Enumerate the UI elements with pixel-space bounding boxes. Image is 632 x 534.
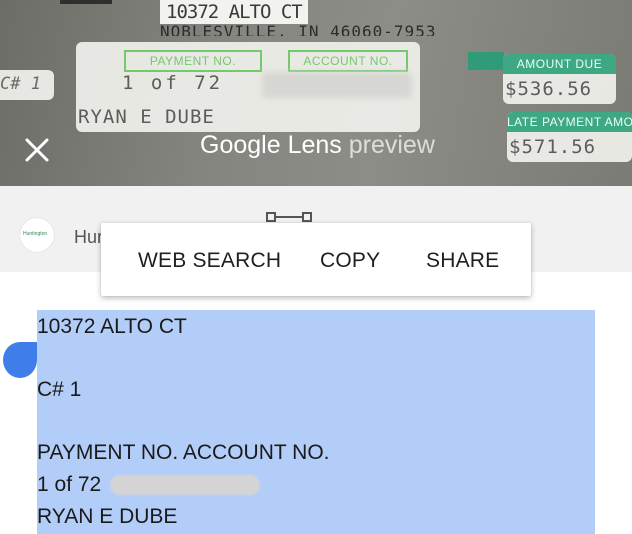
amount-due-chip[interactable]: AMOUNT DUE $536.56 <box>503 54 616 104</box>
selected-line-address: 10372 ALTO CT <box>37 315 187 338</box>
lens-preview-text: preview <box>348 131 435 159</box>
camera-preview: 10372 ALTO CT NOBLESVILLE, IN 46060-7953… <box>0 0 632 186</box>
address-chip[interactable]: 10372 ALTO CT <box>160 0 308 24</box>
copy-button[interactable]: COPY <box>320 249 380 273</box>
customer-name: RYAN E DUBE <box>78 106 215 128</box>
amount-due-value: $536.56 <box>505 78 593 100</box>
site-logo-text: Huntington <box>23 231 48 237</box>
lens-google-text: Google <box>200 131 281 159</box>
redacted-account-number <box>262 72 412 98</box>
selected-line-customer-id: C# 1 <box>37 378 82 401</box>
payment-value: 1 of 72 <box>122 72 224 94</box>
text-selection-highlight[interactable] <box>37 310 595 534</box>
site-name[interactable]: Hur <box>74 227 103 248</box>
account-no-label: ACCOUNT NO. <box>288 50 408 72</box>
text-selection-menu: WEB SEARCH COPY SHARE <box>101 223 531 296</box>
selected-line-labels: PAYMENT NO. ACCOUNT NO. <box>37 441 330 464</box>
amount-due-label: AMOUNT DUE <box>503 54 616 74</box>
lens-preview-title: Google Lens preview <box>200 131 435 160</box>
green-stripe <box>468 52 504 70</box>
close-icon[interactable] <box>24 137 50 163</box>
customer-id-text: C# 1 <box>0 74 41 94</box>
late-payment-chip[interactable]: LATE PAYMENT AMOUNT $571.56 <box>507 112 632 162</box>
late-payment-value: $571.56 <box>509 136 597 158</box>
lens-word-text: Lens <box>287 131 342 159</box>
selected-line-name: RYAN E DUBE <box>37 505 178 528</box>
share-button[interactable]: SHARE <box>426 249 499 273</box>
city-text: NOBLESVILLE, IN 46060-7953 <box>160 22 437 36</box>
redacted-account-text <box>110 475 260 495</box>
customer-id-chip[interactable]: C# 1 <box>0 70 54 100</box>
site-logo-avatar: Huntington <box>20 218 54 252</box>
payment-block-chip[interactable]: PAYMENT NO. ACCOUNT NO. 1 of 72 RYAN E D… <box>76 42 420 132</box>
selected-line-payment: 1 of 72 <box>37 473 102 496</box>
payment-no-label: PAYMENT NO. <box>124 50 262 72</box>
late-payment-label: LATE PAYMENT AMOUNT <box>507 112 632 132</box>
web-search-button[interactable]: WEB SEARCH <box>138 249 281 273</box>
selection-handle[interactable] <box>3 342 37 378</box>
document-edge <box>60 0 112 4</box>
